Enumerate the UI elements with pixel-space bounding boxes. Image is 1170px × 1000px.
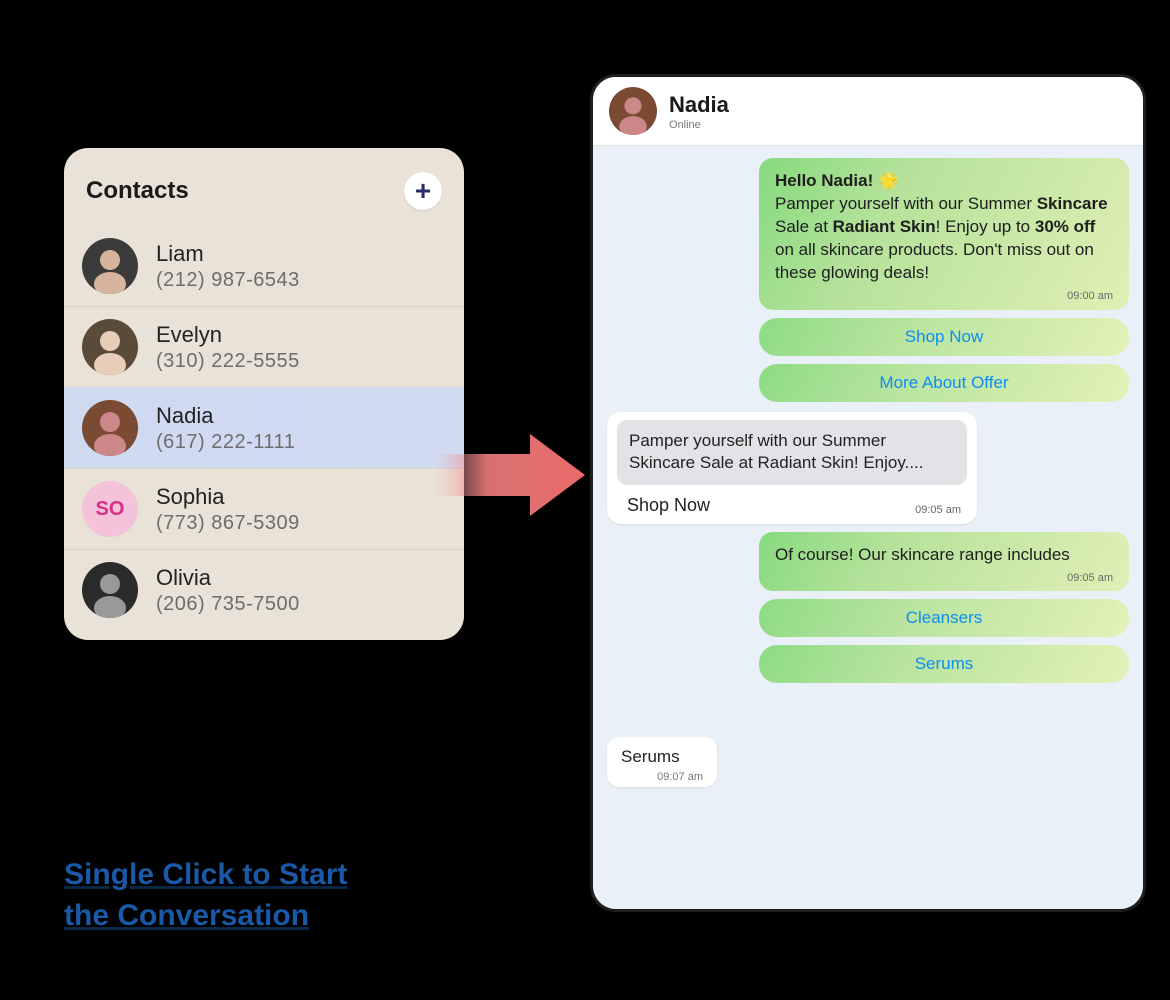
avatar: [82, 238, 138, 294]
sent-message: Hello Nadia! 🌟Pamper yourself with our S…: [759, 158, 1129, 310]
received-message: Serums 09:07 am: [607, 737, 717, 787]
contact-phone: (773) 867-5309: [156, 512, 300, 535]
contacts-panel: Contacts + Liam (212) 987-6543 Evelyn (3…: [64, 148, 464, 640]
contact-row[interactable]: SO Sophia (773) 867-5309: [64, 468, 464, 549]
caption-line2: the Conversation: [64, 899, 309, 932]
contacts-title: Contacts: [86, 177, 189, 205]
avatar: [82, 400, 138, 456]
timestamp: 09:07 am: [621, 771, 703, 783]
timestamp: 09:05 am: [775, 571, 1113, 586]
contact-phone: (206) 735-7500: [156, 593, 300, 616]
chat-body[interactable]: Hello Nadia! 🌟Pamper yourself with our S…: [593, 146, 1143, 909]
chat-contact-name: Nadia: [669, 92, 729, 118]
caption-text: Single Click to Start the Conversation: [64, 855, 347, 936]
quick-reply-button[interactable]: Serums: [759, 645, 1129, 683]
contact-row[interactable]: Nadia (617) 222-1111: [64, 387, 464, 468]
contact-row[interactable]: Liam (212) 987-6543: [64, 226, 464, 306]
avatar: [609, 87, 657, 135]
caption-line1: Single Click to Start: [64, 858, 347, 891]
received-message: Pamper yourself with our Summer Skincare…: [607, 412, 977, 524]
message-text: Hello Nadia! 🌟Pamper yourself with our S…: [775, 170, 1113, 285]
avatar: SO: [82, 481, 138, 537]
contact-phone: (310) 222-5555: [156, 350, 300, 373]
sent-message: Of course! Our skincare range includes 09…: [759, 532, 1129, 592]
message-text: Serums: [621, 747, 703, 767]
contacts-list: Liam (212) 987-6543 Evelyn (310) 222-555…: [64, 226, 464, 630]
quick-reply-button[interactable]: More About Offer: [759, 364, 1129, 402]
avatar: [82, 562, 138, 618]
contact-name: Evelyn: [156, 322, 300, 348]
chat-window: Nadia Online Hello Nadia! 🌟Pamper yourse…: [590, 74, 1146, 912]
chat-status: Online: [669, 119, 729, 131]
add-contact-button[interactable]: +: [404, 172, 442, 210]
contact-phone: (617) 222-1111: [156, 431, 295, 454]
timestamp: 09:00 am: [775, 289, 1113, 304]
quoted-text: Pamper yourself with our Summer Skincare…: [617, 420, 967, 486]
contact-name: Sophia: [156, 484, 300, 510]
quick-reply-button[interactable]: Cleansers: [759, 599, 1129, 637]
contact-row[interactable]: Olivia (206) 735-7500: [64, 549, 464, 630]
contact-name: Olivia: [156, 565, 300, 591]
message-text: Shop Now: [623, 493, 714, 517]
contacts-header: Contacts +: [64, 168, 464, 226]
message-text: Of course! Our skincare range includes: [775, 544, 1113, 567]
contact-phone: (212) 987-6543: [156, 269, 300, 292]
chat-header: Nadia Online: [593, 77, 1143, 146]
contact-row[interactable]: Evelyn (310) 222-5555: [64, 306, 464, 387]
plus-icon: +: [415, 177, 431, 205]
quick-reply-button[interactable]: Shop Now: [759, 318, 1129, 356]
avatar: [82, 319, 138, 375]
arrow-icon: [435, 430, 585, 520]
contact-name: Nadia: [156, 403, 295, 429]
timestamp: 09:05 am: [915, 503, 961, 518]
contact-name: Liam: [156, 241, 300, 267]
